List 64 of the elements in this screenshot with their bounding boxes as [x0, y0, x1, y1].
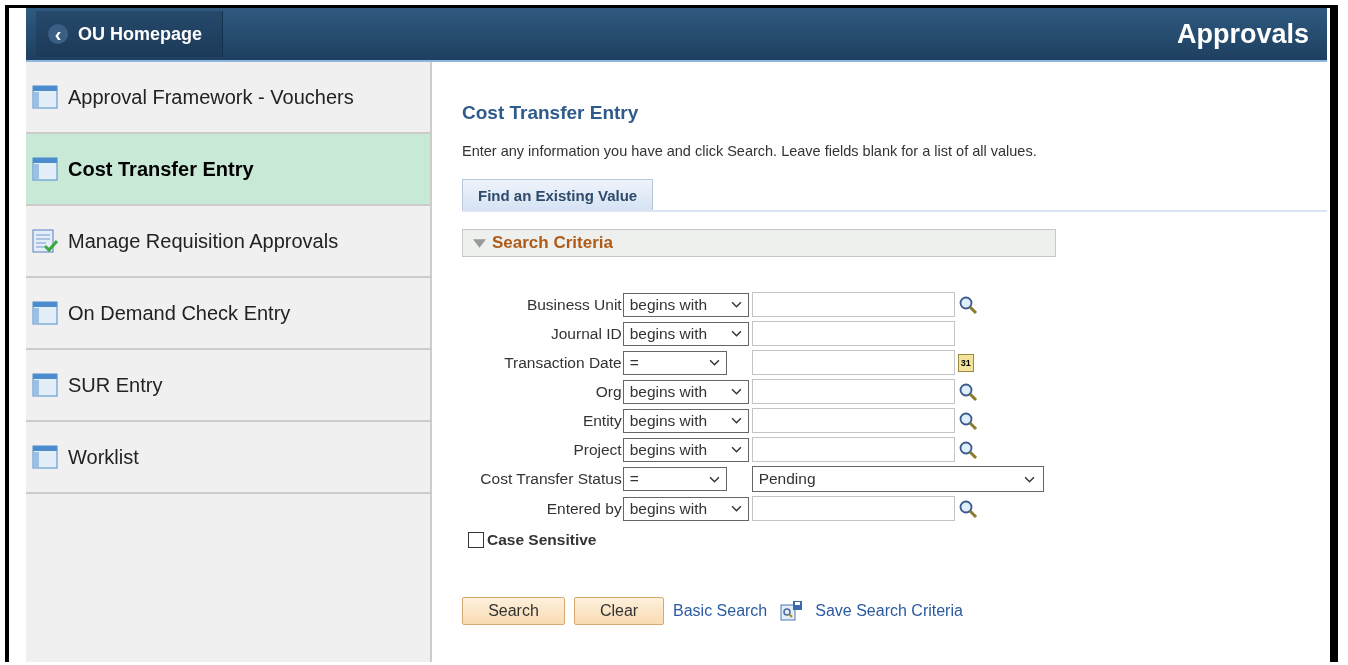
field-label: Cost Transfer Status [479, 470, 622, 488]
save-search-icon[interactable] [780, 600, 805, 622]
operator-dropdown[interactable]: begins with [622, 321, 749, 346]
field-label: Journal ID [550, 324, 622, 343]
sidebar-item[interactable]: Manage Requisition Approvals [26, 206, 430, 278]
search-icon[interactable] [957, 498, 978, 519]
window-icon [32, 85, 58, 109]
caret-icon [708, 475, 720, 483]
checklist-icon [32, 229, 58, 253]
caret-icon [730, 301, 742, 308]
caret-icon [1023, 475, 1035, 483]
input-field[interactable] [751, 292, 955, 317]
back-button[interactable]: ‹ OU Homepage [36, 11, 224, 57]
operator-dropdown[interactable]: = [622, 467, 727, 491]
caret-icon [730, 330, 742, 337]
page-title: Approvals [1176, 18, 1309, 50]
tab[interactable]: Find an Existing Value [462, 179, 654, 210]
input-field[interactable] [751, 350, 955, 375]
input-field[interactable] [751, 321, 955, 346]
input-field[interactable] [751, 437, 955, 462]
window-icon [32, 157, 58, 181]
operator-dropdown[interactable]: begins with [622, 292, 749, 317]
caret-icon [730, 505, 742, 512]
window-icon [32, 445, 58, 469]
checkbox[interactable] [468, 532, 484, 548]
window-icon [32, 301, 58, 325]
checkbox-label: Case Sensitive [487, 531, 597, 549]
caret-icon [730, 417, 742, 424]
input-field[interactable] [751, 408, 955, 433]
operator-dropdown[interactable]: begins with [622, 496, 749, 521]
caret-icon [730, 446, 742, 453]
sidebar-item[interactable]: SUR Entry [26, 350, 430, 422]
status-dropdown[interactable]: Pending [751, 466, 1044, 492]
field-label: Project [572, 440, 622, 459]
basic-search-link[interactable]: Basic Search [673, 602, 768, 620]
field-label: Transaction Date [503, 353, 622, 372]
field-label: Entered by [545, 499, 622, 518]
field-label: Business Unit [525, 295, 622, 314]
field-label: Org [594, 382, 622, 401]
collapse-triangle-icon [473, 238, 486, 248]
input-field[interactable] [751, 379, 955, 404]
page-heading: Cost Transfer Entry [462, 102, 640, 124]
operator-dropdown[interactable]: = [622, 350, 727, 375]
field-label: Entity [581, 411, 622, 430]
action-button[interactable]: Clear [574, 597, 664, 625]
operator-dropdown[interactable]: begins with [622, 379, 749, 404]
calendar-icon[interactable]: 31 [957, 353, 974, 372]
sidebar-item[interactable]: Cost Transfer Entry [26, 134, 430, 206]
save-search-criteria-link[interactable]: Save Search Criteria [815, 602, 963, 620]
caret-icon [708, 359, 720, 366]
operator-dropdown[interactable]: begins with [622, 437, 749, 462]
operator-dropdown[interactable]: begins with [622, 408, 749, 433]
search-icon[interactable] [957, 294, 978, 315]
input-field[interactable] [751, 496, 955, 521]
search-icon[interactable] [957, 410, 978, 431]
caret-icon [730, 388, 742, 395]
window-icon [32, 373, 58, 397]
sidebar-item[interactable]: Worklist [26, 422, 430, 494]
action-button[interactable]: Search [462, 597, 565, 625]
search-icon[interactable] [957, 439, 978, 460]
sidebar-item[interactable]: On Demand Check Entry [26, 278, 430, 350]
search-icon[interactable] [957, 381, 978, 402]
instructions-text: Enter any information you have and click Search. Leave fields blank for a list of all values. [462, 143, 1038, 159]
section-header[interactable]: Search Criteria [462, 229, 1056, 257]
